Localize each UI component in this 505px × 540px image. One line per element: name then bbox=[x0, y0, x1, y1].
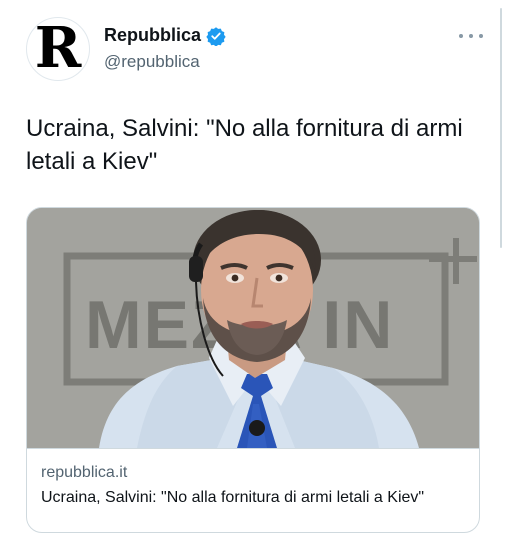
link-card[interactable]: MEZ A IN bbox=[26, 207, 480, 533]
news-photo: MEZ A IN bbox=[27, 208, 479, 448]
scrollbar[interactable] bbox=[500, 8, 502, 248]
card-title: Ucraina, Salvini: "No alla fornitura di … bbox=[41, 489, 425, 506]
card-domain: repubblica.it bbox=[41, 464, 128, 481]
tweet-text: Ucraina, Salvini: "No alla fornitura di … bbox=[26, 115, 463, 175]
account-info[interactable]: Repubblica @repubblica bbox=[104, 25, 226, 72]
account-handle[interactable]: @repubblica bbox=[104, 52, 226, 72]
display-name[interactable]: Repubblica bbox=[104, 25, 201, 46]
card-image[interactable]: MEZ A IN bbox=[27, 208, 479, 448]
avatar[interactable]: R bbox=[26, 17, 90, 81]
avatar-logo: R bbox=[34, 17, 82, 81]
card-meta[interactable]: repubblica.it Ucraina, Salvini: "No alla… bbox=[27, 448, 479, 532]
more-options-icon[interactable] bbox=[459, 28, 483, 44]
verified-badge-icon bbox=[206, 26, 226, 46]
